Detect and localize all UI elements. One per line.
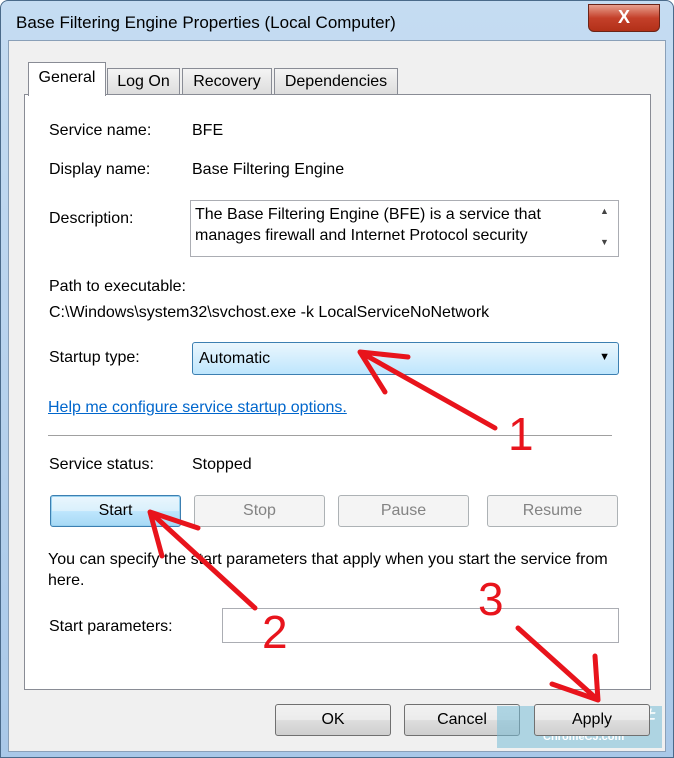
tab-dependencies[interactable]: Dependencies	[274, 68, 398, 95]
description-textbox[interactable]: The Base Filtering Engine (BFE) is a ser…	[190, 200, 619, 257]
scroll-up-icon[interactable]: ▲	[600, 206, 609, 216]
start-params-hint: You can specify the start parameters tha…	[48, 551, 608, 589]
resume-button[interactable]: Resume	[487, 495, 618, 527]
close-button[interactable]: X	[588, 4, 660, 32]
tab-panel	[24, 94, 651, 690]
startup-type-label: Startup type:	[49, 349, 140, 366]
service-status-value: Stopped	[192, 456, 252, 473]
tab-general[interactable]: General	[28, 62, 106, 96]
startup-type-select[interactable]: Automatic ▼	[192, 342, 619, 375]
apply-button[interactable]: Apply	[534, 704, 650, 736]
window-title: Base Filtering Engine Properties (Local …	[16, 13, 396, 32]
path-label: Path to executable:	[49, 278, 186, 295]
help-link[interactable]: Help me configure service startup option…	[48, 399, 347, 417]
service-name-label: Service name:	[49, 122, 152, 139]
description-text: The Base Filtering Engine (BFE) is a ser…	[195, 206, 541, 244]
display-name-value: Base Filtering Engine	[192, 161, 345, 178]
pause-button[interactable]: Pause	[338, 495, 469, 527]
cancel-button[interactable]: Cancel	[404, 704, 520, 736]
startup-type-value: Automatic	[199, 350, 271, 367]
path-value: C:\Windows\system32\svchost.exe -k Local…	[49, 304, 490, 321]
service-name-value: BFE	[192, 122, 224, 139]
start-button[interactable]: Start	[50, 495, 181, 527]
start-params-label: Start parameters:	[49, 618, 173, 635]
stop-button[interactable]: Stop	[194, 495, 325, 527]
divider	[48, 435, 612, 437]
description-label: Description:	[49, 210, 134, 227]
tab-log-on[interactable]: Log On	[107, 68, 180, 95]
tab-recovery[interactable]: Recovery	[182, 68, 272, 95]
scroll-down-icon[interactable]: ▼	[600, 237, 609, 247]
start-params-input[interactable]	[222, 608, 619, 643]
service-status-label: Service status:	[49, 456, 154, 473]
display-name-label: Display name:	[49, 161, 151, 178]
chevron-down-icon: ▼	[599, 351, 610, 363]
ok-button[interactable]: OK	[275, 704, 391, 736]
